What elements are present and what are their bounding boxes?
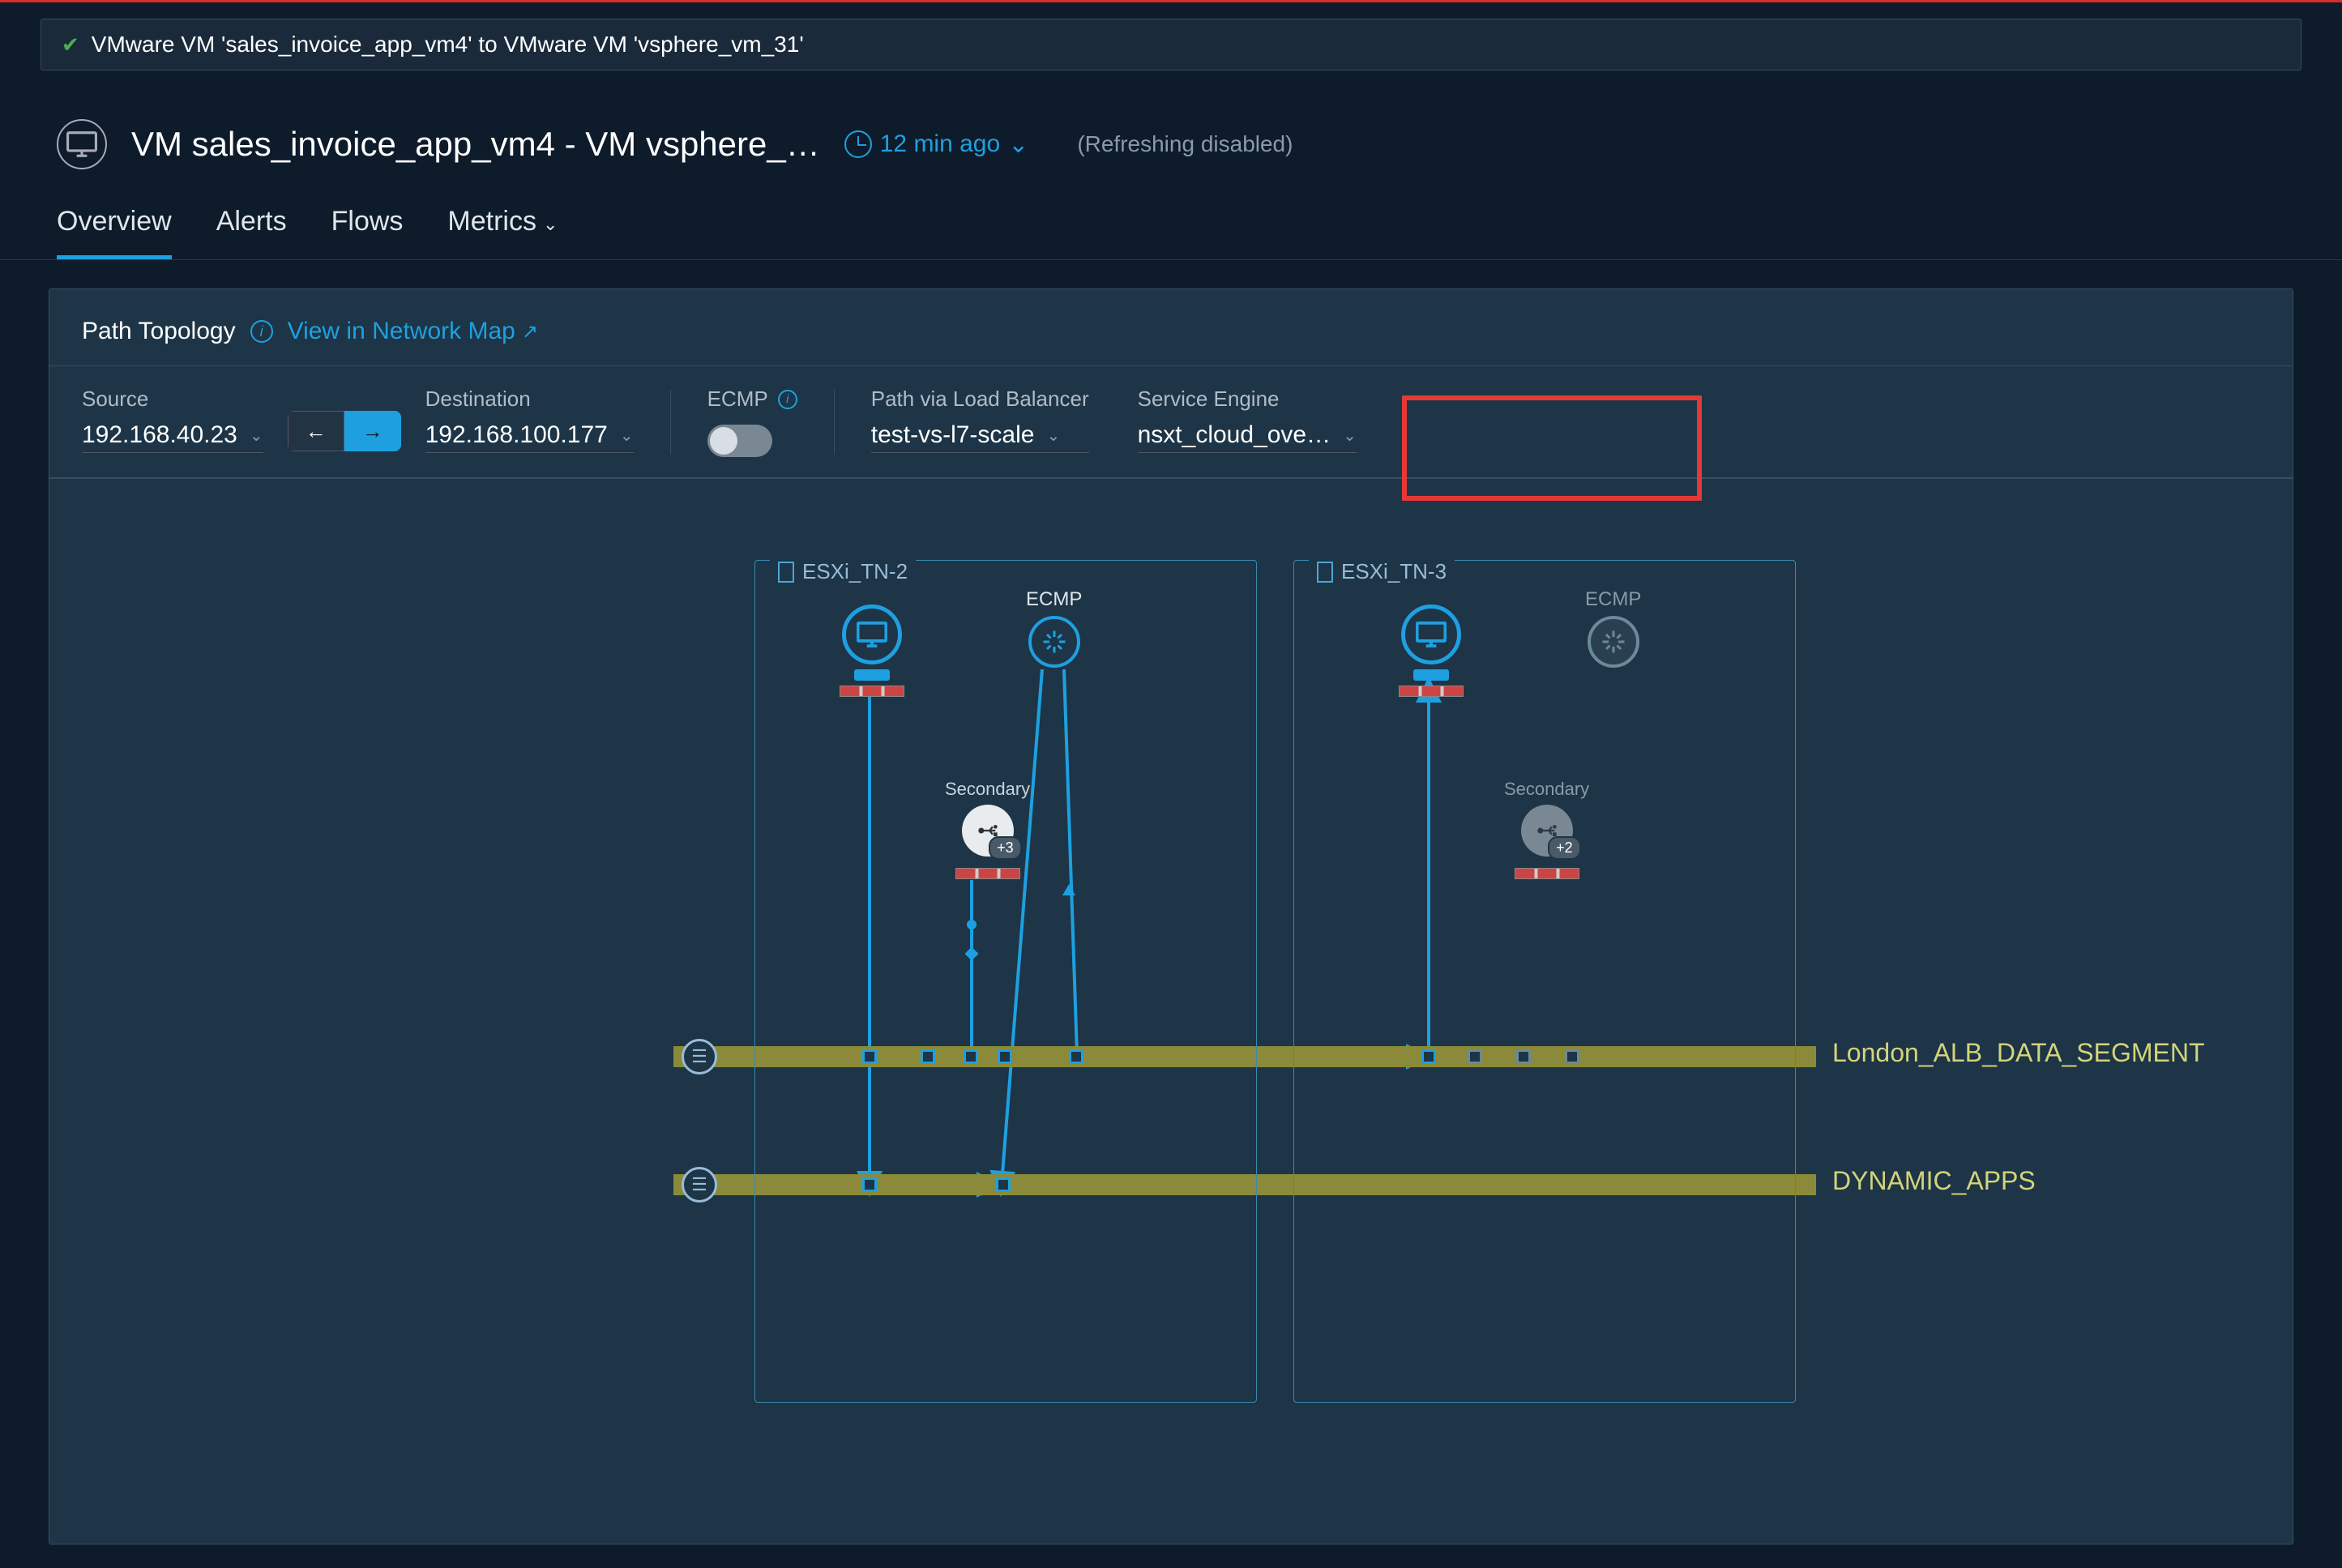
monitor-icon — [66, 131, 97, 157]
segment-icon[interactable]: ☰ — [682, 1039, 717, 1075]
chevron-down-icon: ⌄ — [1008, 130, 1028, 159]
secondary-badge-1: +3 — [989, 836, 1022, 860]
chevron-down-icon: ⌄ — [620, 425, 634, 446]
chevron-down-icon: ⌄ — [543, 214, 558, 234]
vm-node-2[interactable] — [1401, 605, 1461, 664]
source-dropdown[interactable]: 192.168.40.23 ⌄ — [82, 421, 263, 453]
segment-label-2: DYNAMIC_APPS — [1832, 1166, 2036, 1196]
port[interactable] — [1516, 1049, 1531, 1064]
time-dropdown[interactable]: 12 min ago ⌄ — [844, 130, 1029, 159]
source-label: Source — [82, 387, 263, 412]
nic-bar — [840, 686, 904, 697]
host-box-2: ESXi_TN-3 — [1293, 560, 1796, 1403]
search-bar[interactable]: ✔ VMware VM 'sales_invoice_app_vm4' to V… — [41, 19, 2301, 70]
port[interactable] — [862, 1049, 877, 1064]
host-header-1[interactable]: ESXi_TN-2 — [770, 559, 916, 584]
segment-label-1: London_ALB_DATA_SEGMENT — [1832, 1038, 2204, 1068]
search-text: VMware VM 'sales_invoice_app_vm4' to VMw… — [92, 32, 804, 58]
topology-canvas[interactable]: ☰ ☰ London_ALB_DATA_SEGMENT DYNAMIC_APPS… — [49, 560, 2293, 1492]
load-balancer-dropdown[interactable]: test-vs-l7-scale ⌄ — [871, 421, 1089, 453]
ecmp-label: ECMP — [707, 387, 768, 412]
chevron-down-icon: ⌄ — [1343, 425, 1357, 446]
info-icon[interactable]: i — [778, 390, 797, 409]
host-icon — [1317, 562, 1333, 583]
port[interactable] — [996, 1177, 1011, 1192]
chevron-down-icon: ⌄ — [1046, 425, 1060, 446]
nic-bar — [1399, 686, 1464, 697]
ecmp-node-1[interactable] — [1028, 616, 1080, 668]
vm-header-icon — [57, 119, 107, 169]
port[interactable] — [1468, 1049, 1482, 1064]
panel-title: Path Topology — [82, 318, 236, 345]
secondary-node-2[interactable]: +2 — [1521, 805, 1573, 857]
port[interactable] — [998, 1049, 1012, 1064]
destination-dropdown[interactable]: 192.168.100.177 ⌄ — [425, 421, 634, 453]
tab-overview[interactable]: Overview — [57, 206, 172, 259]
tab-flows[interactable]: Flows — [331, 206, 404, 259]
load-balancer-label: Path via Load Balancer — [871, 387, 1089, 412]
info-icon[interactable]: i — [250, 320, 273, 343]
port[interactable] — [862, 1177, 877, 1192]
service-engine-dropdown[interactable]: nsxt_cloud_ove… ⌄ — [1138, 421, 1357, 453]
external-link-icon: ↗ — [522, 320, 538, 344]
host-box-1: ESXi_TN-2 — [754, 560, 1257, 1403]
view-network-map-link[interactable]: View in Network Map ↗ — [288, 318, 538, 345]
ecmp-node-2[interactable] — [1588, 616, 1639, 668]
port[interactable] — [921, 1049, 935, 1064]
secondary-label-1: Secondary — [945, 779, 1030, 800]
tab-metrics[interactable]: Metrics⌄ — [447, 206, 558, 259]
host-header-2[interactable]: ESXi_TN-3 — [1309, 559, 1455, 584]
ecmp-toggle[interactable] — [707, 425, 772, 457]
clock-icon — [844, 130, 872, 158]
ecmp-label-1: ECMP — [1026, 588, 1082, 611]
nic-bar — [1515, 868, 1579, 879]
port[interactable] — [1069, 1049, 1083, 1064]
ecmp-label-2: ECMP — [1585, 588, 1641, 611]
secondary-label-2: Secondary — [1504, 779, 1589, 800]
nic-bar — [955, 868, 1020, 879]
host-icon — [778, 562, 794, 583]
port[interactable] — [964, 1049, 978, 1064]
port[interactable] — [1565, 1049, 1579, 1064]
tab-alerts[interactable]: Alerts — [216, 206, 287, 259]
port[interactable] — [1421, 1049, 1436, 1064]
segment-icon[interactable]: ☰ — [682, 1167, 717, 1203]
refresh-status: (Refreshing disabled) — [1077, 131, 1293, 157]
highlight-annotation — [1402, 395, 1702, 501]
direction-right-button[interactable]: → — [344, 411, 401, 451]
chevron-down-icon: ⌄ — [250, 425, 263, 446]
check-icon: ✔ — [62, 32, 79, 58]
secondary-badge-2: +2 — [1548, 836, 1581, 860]
destination-label: Destination — [425, 387, 634, 412]
page-title: VM sales_invoice_app_vm4 - VM vsphere_… — [131, 125, 820, 164]
vm-node-1[interactable] — [842, 605, 902, 664]
direction-toggle[interactable]: ← → — [288, 411, 401, 451]
service-engine-label: Service Engine — [1138, 387, 1357, 412]
secondary-node-1[interactable]: +3 — [962, 805, 1014, 857]
direction-left-button[interactable]: ← — [288, 411, 344, 451]
